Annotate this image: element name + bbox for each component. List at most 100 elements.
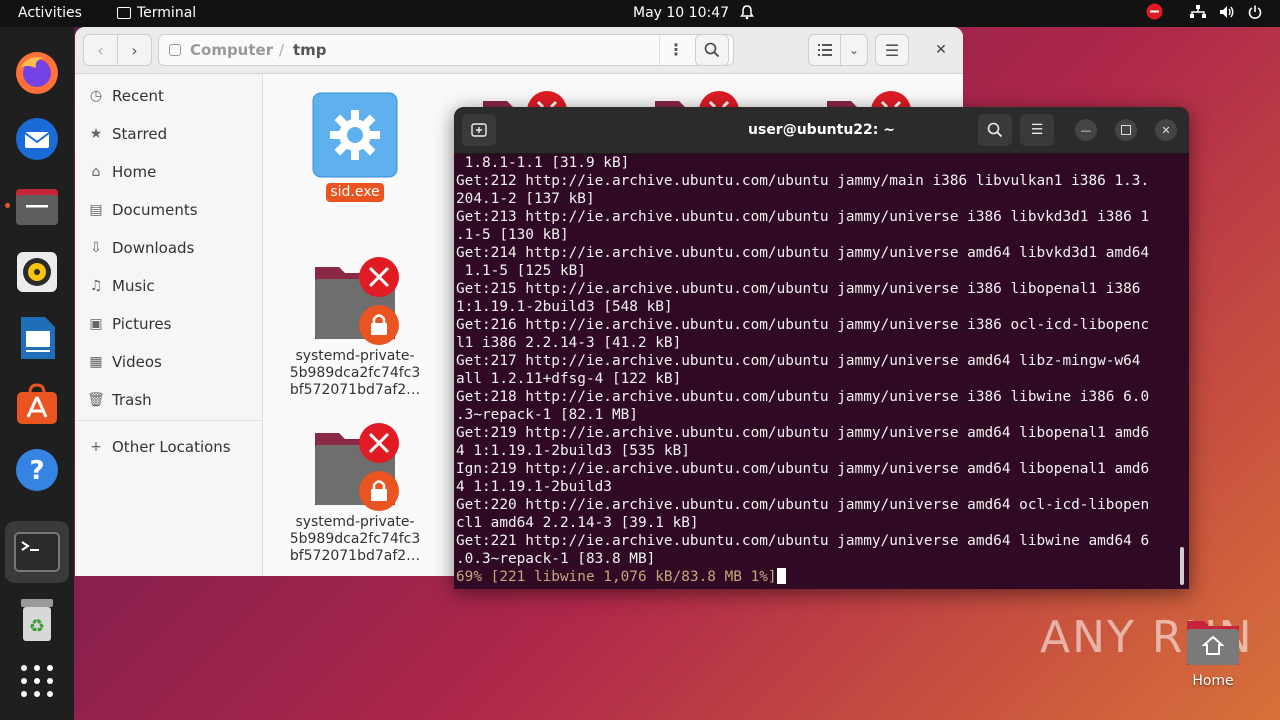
music-icon: ♫: [89, 278, 103, 294]
maximize-button[interactable]: [1115, 119, 1137, 141]
chevron-right-icon: ›: [131, 40, 138, 60]
text-cursor: [776, 568, 786, 584]
chevron-down-icon: ⌄: [848, 43, 860, 57]
sidebar-item-label: Downloads: [112, 239, 195, 257]
sidebar-item-home[interactable]: ⌂ Home: [75, 153, 262, 191]
terminal-search-button[interactable]: [978, 114, 1012, 146]
locked-folder-icon: [827, 91, 911, 109]
sidebar-item-pictures[interactable]: ▣ Pictures: [75, 305, 262, 343]
back-button[interactable]: ‹: [83, 34, 118, 66]
path-segment-tmp[interactable]: tmp: [293, 41, 327, 59]
thunderbird-icon[interactable]: [9, 111, 65, 167]
new-tab-button[interactable]: [462, 114, 496, 146]
terminal-line: all 1.2.11+dfsg-4 [122 kB]: [456, 371, 682, 387]
terminal-line: Get:216 http://ie.archive.ubuntu.com/ubu…: [456, 317, 1150, 333]
locked-folder-icon: [655, 91, 739, 109]
executable-gear-icon: [312, 92, 398, 178]
svg-text:?: ?: [29, 456, 44, 486]
sidebar-item-starred[interactable]: ★ Starred: [75, 115, 262, 153]
terminal-line: .3~repack-1 [82.1 MB]: [456, 407, 638, 423]
apt-progress-line: 69% [221 libwine 1,076 kB/83.8 MB 1%]: [456, 568, 1180, 586]
files-sidebar: ◷ Recent ★ Starred ⌂ Home ▤ Documents ⇩ Downl…: [75, 74, 263, 576]
sidebar-item-recent[interactable]: ◷ Recent: [75, 77, 262, 115]
sidebar-item-trash[interactable]: 🗑 Trash: [75, 381, 262, 419]
file-name: sid.exe: [326, 183, 384, 202]
main-menu-button[interactable]: ☰: [875, 34, 909, 66]
network-icon[interactable]: [1189, 0, 1207, 27]
path-segment-computer[interactable]: Computer: [190, 41, 273, 59]
volume-icon[interactable]: [1218, 0, 1235, 27]
terminal-output[interactable]: 1.8.1-1.1 [31.9 kB] Get:212 http://ie.ar…: [456, 154, 1180, 589]
error-indicator-icon[interactable]: [1146, 0, 1163, 27]
terminal-line: Ign:219 http://ie.archive.ubuntu.com/ubu…: [456, 461, 1150, 477]
sidebar-item-videos[interactable]: ▦ Videos: [75, 343, 262, 381]
file-item-systemd-private[interactable]: systemd-private- 5b989dca2fc74fc3 bf5720…: [280, 421, 430, 565]
clock[interactable]: May 10 10:47: [633, 0, 729, 27]
sidebar-item-documents[interactable]: ▤ Documents: [75, 191, 262, 229]
more-vertical-icon[interactable]: ⋮: [659, 35, 692, 65]
app-menu[interactable]: Terminal: [117, 0, 196, 27]
help-icon[interactable]: ?: [9, 442, 65, 498]
files-headerbar: ‹ › Computer / tmp ⋮ ⌄ ☰ ✕: [75, 27, 963, 74]
app-center-icon[interactable]: [9, 376, 65, 432]
chevron-left-icon: ‹: [97, 40, 104, 60]
terminal-app-icon[interactable]: [5, 521, 69, 583]
clock-icon: ◷: [89, 88, 103, 104]
trash-app-icon[interactable]: ♻: [9, 592, 65, 648]
terminal-line: Get:221 http://ie.archive.ubuntu.com/ubu…: [456, 533, 1150, 549]
power-icon[interactable]: [1247, 0, 1263, 27]
sidebar-item-other-locations[interactable]: + Other Locations: [75, 428, 262, 466]
sidebar-item-label: Recent: [112, 87, 164, 105]
file-name-line: bf572071bd7af2…: [289, 382, 421, 398]
minimize-button[interactable]: —: [1075, 119, 1097, 141]
home-folder-icon: [1187, 621, 1239, 665]
document-icon: ▤: [89, 202, 103, 218]
plus-icon: +: [90, 439, 102, 455]
writer-icon[interactable]: [9, 310, 65, 366]
sidebar-item-downloads[interactable]: ⇩ Downloads: [75, 229, 262, 267]
sidebar-item-label: Other Locations: [112, 438, 231, 456]
video-icon: ▦: [89, 354, 103, 370]
terminal-line: Get:213 http://ie.archive.ubuntu.com/ubu…: [456, 209, 1150, 225]
desktop-home-icon[interactable]: Home: [1180, 617, 1246, 689]
bell-icon[interactable]: [739, 0, 755, 27]
path-bar[interactable]: Computer / tmp ⋮: [158, 34, 734, 66]
picture-icon: ▣: [89, 316, 103, 332]
terminal-close-button[interactable]: ✕: [1155, 119, 1177, 141]
files-app-icon[interactable]: [9, 178, 65, 234]
disk-icon: [169, 44, 181, 56]
activities-button[interactable]: Activities: [18, 0, 82, 27]
path-separator: /: [279, 41, 285, 59]
terminal-menu-button[interactable]: ☰: [1020, 114, 1054, 146]
close-button[interactable]: ✕: [925, 34, 957, 66]
terminal-line: cl1 amd64 2.2.14-3 [39.1 kB]: [456, 515, 699, 531]
new-tab-icon: [471, 123, 487, 137]
minimize-icon: —: [1080, 123, 1092, 137]
search-button[interactable]: [695, 34, 729, 66]
terminal-line: 1.1-5 [125 kB]: [456, 263, 586, 279]
sidebar-item-label: Home: [112, 163, 157, 181]
forward-button[interactable]: ›: [117, 34, 152, 66]
home-icon: ⌂: [91, 164, 101, 180]
file-item-systemd-private[interactable]: systemd-private- 5b989dca2fc74fc3 bf5720…: [280, 255, 430, 399]
sidebar-item-music[interactable]: ♫ Music: [75, 267, 262, 305]
file-name-line: 5b989dca2fc74fc3: [289, 531, 421, 547]
terminal-scrollbar[interactable]: [1180, 547, 1184, 585]
file-name-line: systemd-private-: [295, 514, 415, 530]
top-bar: Activities Terminal May 10 10:47: [0, 0, 1280, 27]
rhythmbox-icon[interactable]: [9, 244, 65, 300]
file-item-sid-exe[interactable]: sid.exe: [280, 89, 430, 202]
hamburger-menu-icon: ☰: [1030, 122, 1044, 138]
terminal-line: 1.8.1-1.1 [31.9 kB]: [456, 155, 630, 171]
view-list-button[interactable]: [808, 34, 841, 66]
sidebar-item-label: Music: [112, 277, 155, 295]
terminal-line: 4 1:1.19.1-2build3 [535 kB]: [456, 443, 690, 459]
star-icon: ★: [89, 126, 103, 142]
firefox-icon[interactable]: [9, 45, 65, 101]
sidebar-item-label: Starred: [112, 125, 168, 143]
terminal-line: l1 i386 2.2.14-3 [41.2 kB]: [456, 335, 682, 351]
sidebar-item-label: Videos: [112, 353, 162, 371]
locked-folder-icon: [315, 423, 399, 511]
view-options-dropdown[interactable]: ⌄: [840, 34, 868, 66]
show-apps-icon[interactable]: [9, 653, 65, 709]
